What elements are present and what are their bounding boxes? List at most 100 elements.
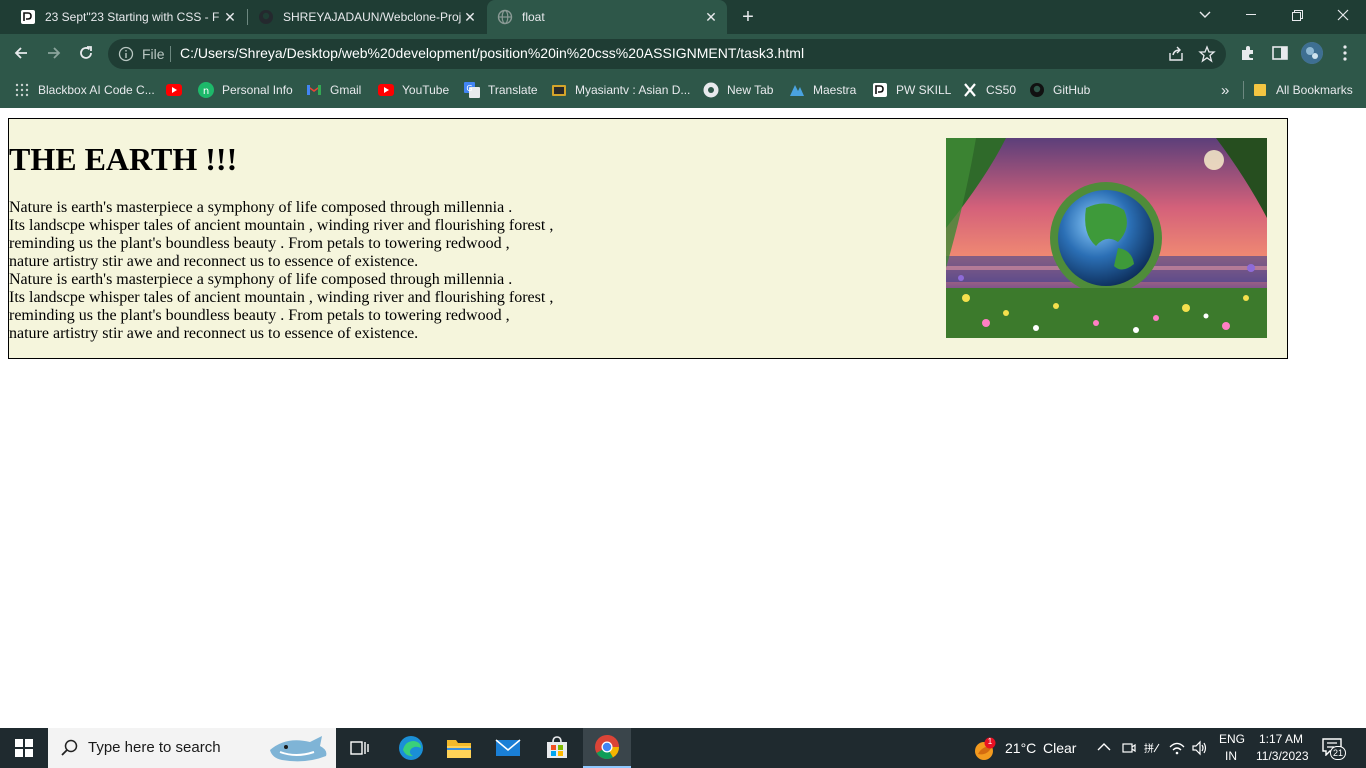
bookmark-star-icon[interactable] (1198, 45, 1216, 63)
bookmark-maestra[interactable]: Maestra (789, 81, 856, 99)
forward-button[interactable] (42, 41, 66, 65)
github-icon (1029, 82, 1045, 98)
bookmark-label: YouTube (402, 83, 450, 97)
svg-text:G: G (466, 84, 472, 93)
language-line2[interactable]: IN (1225, 749, 1237, 763)
taskbar-search[interactable]: Type here to search (48, 728, 336, 768)
tab-title: float (522, 10, 545, 24)
share-icon[interactable] (1167, 45, 1185, 63)
page-viewport: THE EARTH !!! Nature is earth's masterpi… (0, 108, 1366, 728)
paragraph-line: nature artistry stir awe and reconnect u… (9, 253, 419, 270)
bookmark-personal-info[interactable]: n Personal Info (198, 81, 293, 99)
arrow-left-icon (14, 47, 27, 59)
more-menu-icon[interactable] (1335, 43, 1355, 63)
edge-app[interactable] (387, 728, 435, 768)
input-method-icon[interactable]: 拼 (1143, 740, 1161, 756)
bookmark-github[interactable]: GitHub (1029, 81, 1090, 99)
bookmark-youtube-short[interactable] (166, 81, 190, 99)
tab-close-icon[interactable]: ✕ (703, 9, 719, 25)
notification-count: 21 (1330, 746, 1347, 760)
store-app[interactable] (533, 728, 581, 768)
tab-search-icon[interactable] (1182, 0, 1228, 30)
bookmark-new-tab[interactable]: New Tab (703, 81, 773, 99)
tab-close-icon[interactable]: ✕ (462, 9, 478, 25)
new-tab-button[interactable]: + (737, 6, 759, 28)
bookmark-pw-skill[interactable]: PW SKILL (872, 81, 951, 99)
language-line1[interactable]: ENG (1219, 732, 1245, 746)
paragraph-line: Nature is earth's masterpiece a symphony… (9, 199, 513, 216)
youtube-icon (378, 82, 394, 98)
youtube-icon (166, 82, 182, 98)
store-icon (547, 736, 567, 758)
globe-favicon (497, 9, 513, 25)
bookmark-label: Myasiantv : Asian D... (575, 83, 691, 97)
bookmark-cs50[interactable]: CS50 (962, 81, 1016, 99)
arrow-right-icon (48, 47, 61, 59)
notification-center-button[interactable]: 21 (1322, 738, 1348, 760)
paragraph-line: nature artistry stir awe and reconnect u… (9, 325, 419, 342)
tab-github-repo[interactable]: SHREYAJADAUN/Webclone-Proj ✕ (248, 0, 486, 34)
scheme-label: File (142, 46, 165, 62)
chrome-icon (703, 82, 719, 98)
close-window-button[interactable] (1320, 0, 1366, 30)
bookmark-label: Gmail (330, 83, 362, 97)
tab-close-icon[interactable]: ✕ (222, 9, 238, 25)
omnibox-divider (170, 46, 171, 62)
bookmarks-overflow-button[interactable]: » (1221, 81, 1229, 99)
clock-date[interactable]: 11/3/2023 (1256, 749, 1309, 763)
green-circle-icon: n (198, 82, 214, 98)
weather-condition[interactable]: Clear (1043, 740, 1076, 756)
url-text[interactable]: C:/Users/Shreya/Desktop/web%20developmen… (180, 45, 804, 61)
start-button[interactable] (0, 728, 48, 768)
side-panel-icon[interactable] (1270, 43, 1290, 63)
bookmark-gmail[interactable]: Gmail (306, 81, 361, 99)
folder-icon (447, 740, 471, 758)
meet-now-icon[interactable] (1121, 740, 1137, 756)
volume-icon[interactable] (1191, 740, 1209, 756)
shark-illustration-icon (270, 736, 327, 762)
minimize-button[interactable] (1228, 0, 1274, 30)
tab-strip: 23 Sept"23 Starting with CSS - F ✕ SHREY… (0, 0, 1366, 34)
bookmark-label: Maestra (813, 83, 857, 97)
clock-time[interactable]: 1:17 AM (1259, 732, 1303, 746)
task-view-button[interactable] (336, 728, 384, 768)
reload-button[interactable] (74, 41, 98, 65)
wifi-icon[interactable] (1168, 740, 1186, 756)
bookmarks-bar: Blackbox AI Code C... n Personal Info Gm… (0, 72, 1366, 108)
all-bookmarks-button[interactable]: All Bookmarks (1252, 81, 1353, 99)
bookmark-label: CS50 (986, 83, 1017, 97)
bookmark-myasiantv[interactable]: Myasiantv : Asian D... (551, 81, 690, 99)
chrome-app[interactable] (583, 728, 631, 768)
restore-button[interactable] (1274, 0, 1320, 30)
chevron-up-icon[interactable] (1097, 741, 1111, 753)
translate-icon: G (464, 82, 480, 98)
earth-image (946, 138, 1267, 338)
earth-paragraph: Nature is earth's masterpiece a symphony… (9, 199, 553, 343)
weather-widget-icon[interactable]: 1 (972, 736, 998, 762)
bookmark-label: Translate (488, 83, 538, 97)
mail-app[interactable] (484, 728, 532, 768)
weather-badge: 1 (987, 737, 993, 746)
back-button[interactable] (9, 41, 33, 65)
reload-icon (80, 46, 92, 59)
windows-logo-icon (15, 739, 33, 757)
address-bar[interactable]: File C:/Users/Shreya/Desktop/web%20devel… (108, 39, 1226, 69)
svg-text:拼: 拼 (1144, 742, 1154, 755)
info-icon[interactable] (118, 46, 134, 62)
bookmark-translate[interactable]: G Translate (464, 81, 538, 99)
myasiantv-icon (551, 82, 567, 98)
weather-temp[interactable]: 21°C (1005, 740, 1036, 756)
file-explorer-app[interactable] (435, 728, 483, 768)
edge-icon (399, 736, 423, 760)
bookmark-blackbox[interactable]: Blackbox AI Code C... (14, 81, 155, 99)
tab-title: SHREYAJADAUN/Webclone-Proj (283, 10, 462, 24)
profile-avatar[interactable] (1301, 42, 1323, 64)
tab-float[interactable]: float ✕ (487, 0, 727, 34)
all-bookmarks-label: All Bookmarks (1276, 83, 1353, 97)
bookmark-youtube[interactable]: YouTube (378, 81, 449, 99)
tab-css-lecture[interactable]: 23 Sept"23 Starting with CSS - F ✕ (10, 0, 246, 34)
search-icon (61, 739, 78, 756)
extensions-icon[interactable] (1238, 43, 1258, 63)
chrome-icon (595, 735, 619, 760)
chevron-double-right-icon: » (1221, 81, 1230, 99)
